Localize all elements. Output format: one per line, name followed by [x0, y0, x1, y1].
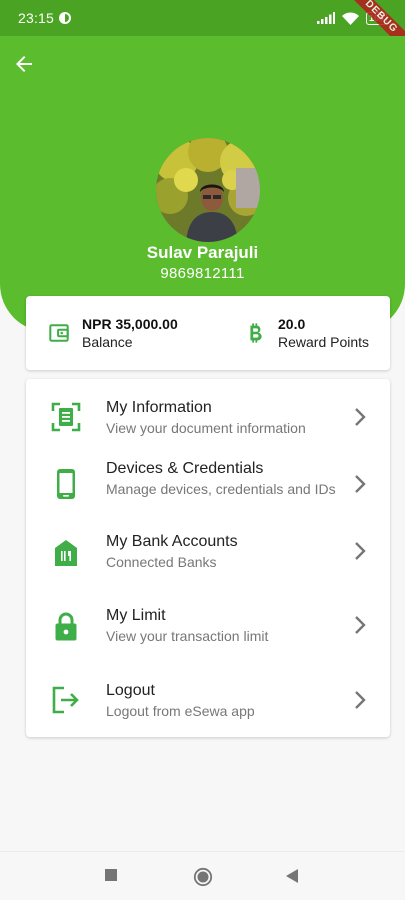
- chevron-right-icon: [355, 475, 366, 493]
- avatar[interactable]: [156, 138, 260, 242]
- smartphone-icon: [57, 469, 75, 499]
- menu-item-my-information[interactable]: My Information View your document inform…: [26, 387, 390, 447]
- menu-subtitle: View your transaction limit: [106, 628, 269, 644]
- menu-text: Logout Logout from eSewa app: [106, 681, 336, 719]
- menu-title: Logout: [106, 682, 155, 699]
- chevron-right-icon: [355, 408, 366, 426]
- profile-header: Sulav Parajuli 9869812111: [0, 36, 405, 332]
- chevron-right-icon: [355, 616, 366, 634]
- menu-card: My Information View your document inform…: [26, 379, 390, 737]
- menu-title: Devices & Credentials: [106, 460, 264, 477]
- data-saver-icon: [59, 12, 72, 24]
- status-time: 23:15: [18, 10, 55, 26]
- chevron-right-icon: [355, 542, 366, 560]
- menu-item-my-limit[interactable]: My Limit View your transaction limit: [26, 595, 390, 655]
- back-triangle-icon[interactable]: [285, 868, 299, 884]
- menu-text: My Bank Accounts Connected Banks: [106, 532, 336, 570]
- system-nav-bar: [0, 851, 405, 900]
- home-circle-icon[interactable]: [193, 867, 213, 887]
- signal-icon: [316, 12, 335, 24]
- reward-points-value: 20.0: [278, 316, 306, 332]
- lock-icon: [55, 612, 77, 641]
- menu-item-my-bank-accounts[interactable]: My Bank Accounts Connected Banks: [26, 521, 390, 581]
- chevron-right-icon: [355, 691, 366, 709]
- reward-points-item[interactable]: 20.0 Reward Points: [244, 316, 369, 350]
- logout-icon: [52, 686, 79, 714]
- menu-text: My Limit View your transaction limit: [106, 606, 336, 644]
- menu-title: My Information: [106, 399, 212, 416]
- balance-amount: NPR 35,000.00: [82, 316, 178, 332]
- menu-subtitle: Manage devices, credentials and IDs: [106, 481, 336, 497]
- user-phone: 9869812111: [160, 265, 245, 282]
- reward-points-label: Reward Points: [278, 334, 370, 350]
- balance-card: NPR 35,000.00 Balance 20.0 Reward Points: [26, 296, 390, 370]
- menu-subtitle: Logout from eSewa app: [106, 703, 255, 719]
- menu-text: Devices & Credentials Manage devices, cr…: [106, 459, 336, 497]
- menu-item-devices-credentials[interactable]: Devices & Credentials Manage devices, cr…: [26, 454, 390, 514]
- menu-item-logout[interactable]: Logout Logout from eSewa app: [26, 670, 390, 730]
- wallet-icon: [49, 324, 69, 342]
- menu-subtitle: View your document information: [106, 420, 306, 436]
- bitcoin-icon: [250, 323, 262, 343]
- status-bar: 23:15 100: [0, 0, 405, 36]
- menu-subtitle: Connected Banks: [106, 554, 217, 570]
- menu-text: My Information View your document inform…: [106, 398, 336, 436]
- wifi-icon: [341, 11, 359, 25]
- user-name: Sulav Parajuli: [146, 243, 259, 262]
- menu-title: My Limit: [106, 607, 166, 624]
- balance-item[interactable]: NPR 35,000.00 Balance: [48, 316, 178, 350]
- balance-label: Balance: [82, 334, 133, 350]
- bank-icon: [55, 540, 77, 566]
- menu-title: My Bank Accounts: [106, 533, 238, 550]
- avatar-photo: [156, 138, 260, 242]
- document-scan-icon: [51, 402, 81, 432]
- recents-square-icon[interactable]: [104, 868, 118, 882]
- back-arrow-icon[interactable]: [12, 52, 36, 76]
